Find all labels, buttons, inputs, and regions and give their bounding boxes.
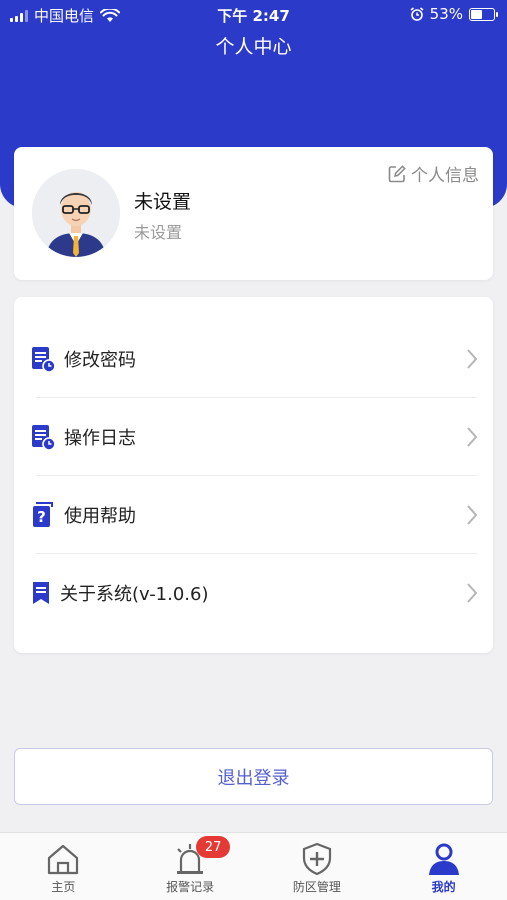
tab-zone-management[interactable]: 防区管理 (254, 833, 381, 900)
menu-item-label: 操作日志 (64, 428, 136, 449)
document-clock-icon (30, 345, 56, 373)
menu-item-label: 修改密码 (64, 350, 136, 371)
menu-item-help[interactable]: ? 使用帮助 (30, 476, 479, 554)
logout-button[interactable]: 退出登录 (14, 748, 493, 805)
tab-label: 我的 (431, 880, 456, 894)
shield-plus-icon (302, 842, 331, 876)
chevron-right-icon (467, 427, 478, 447)
edit-profile-link[interactable]: 个人信息 (387, 161, 479, 186)
home-icon (48, 844, 79, 875)
chevron-right-icon (467, 583, 478, 603)
tab-label: 防区管理 (292, 880, 341, 894)
user-name: 未设置 (134, 191, 192, 213)
battery-percent: 53% (429, 5, 463, 23)
bookmark-icon (30, 579, 52, 607)
user-subtitle: 未设置 (134, 223, 183, 242)
tab-mine[interactable]: 我的 (380, 833, 507, 900)
status-bar: 中国电信 下午 2:47 53% (0, 0, 507, 30)
help-document-icon: ? (30, 501, 56, 529)
avatar[interactable] (32, 169, 120, 257)
svg-text:?: ? (37, 508, 46, 526)
menu-item-label: 关于系统(v-1.0.6) (60, 584, 209, 605)
alarm-count-badge: 27 (196, 836, 231, 858)
tab-label: 主页 (51, 880, 76, 894)
edit-icon (388, 164, 406, 182)
tab-bar: 主页 27 报警记录 防区管理 我的 (0, 832, 507, 900)
battery-icon (469, 7, 498, 21)
profile-card: 未设置 未设置 个人信息 (14, 147, 493, 280)
menu-item-change-password[interactable]: 修改密码 (30, 320, 479, 398)
menu-item-label: 使用帮助 (64, 506, 136, 527)
edit-profile-label: 个人信息 (411, 166, 479, 186)
menu-item-operation-log[interactable]: 操作日志 (30, 398, 479, 476)
document-clock-icon (30, 423, 56, 451)
tab-home[interactable]: 主页 (0, 833, 127, 900)
chevron-right-icon (467, 349, 478, 369)
user-icon (428, 843, 459, 875)
menu-card: 修改密码 操作日志 ? 使用帮助 关于系统(v-1.0.6) (14, 297, 493, 653)
avatar-illustration (32, 169, 120, 257)
tab-alarm-records[interactable]: 27 报警记录 (127, 833, 254, 900)
alarm-clock-icon (410, 7, 424, 21)
menu-item-about-system[interactable]: 关于系统(v-1.0.6) (30, 554, 479, 632)
chevron-right-icon (467, 505, 478, 525)
page-title: 个人中心 (215, 36, 292, 58)
tab-label: 报警记录 (166, 880, 215, 894)
